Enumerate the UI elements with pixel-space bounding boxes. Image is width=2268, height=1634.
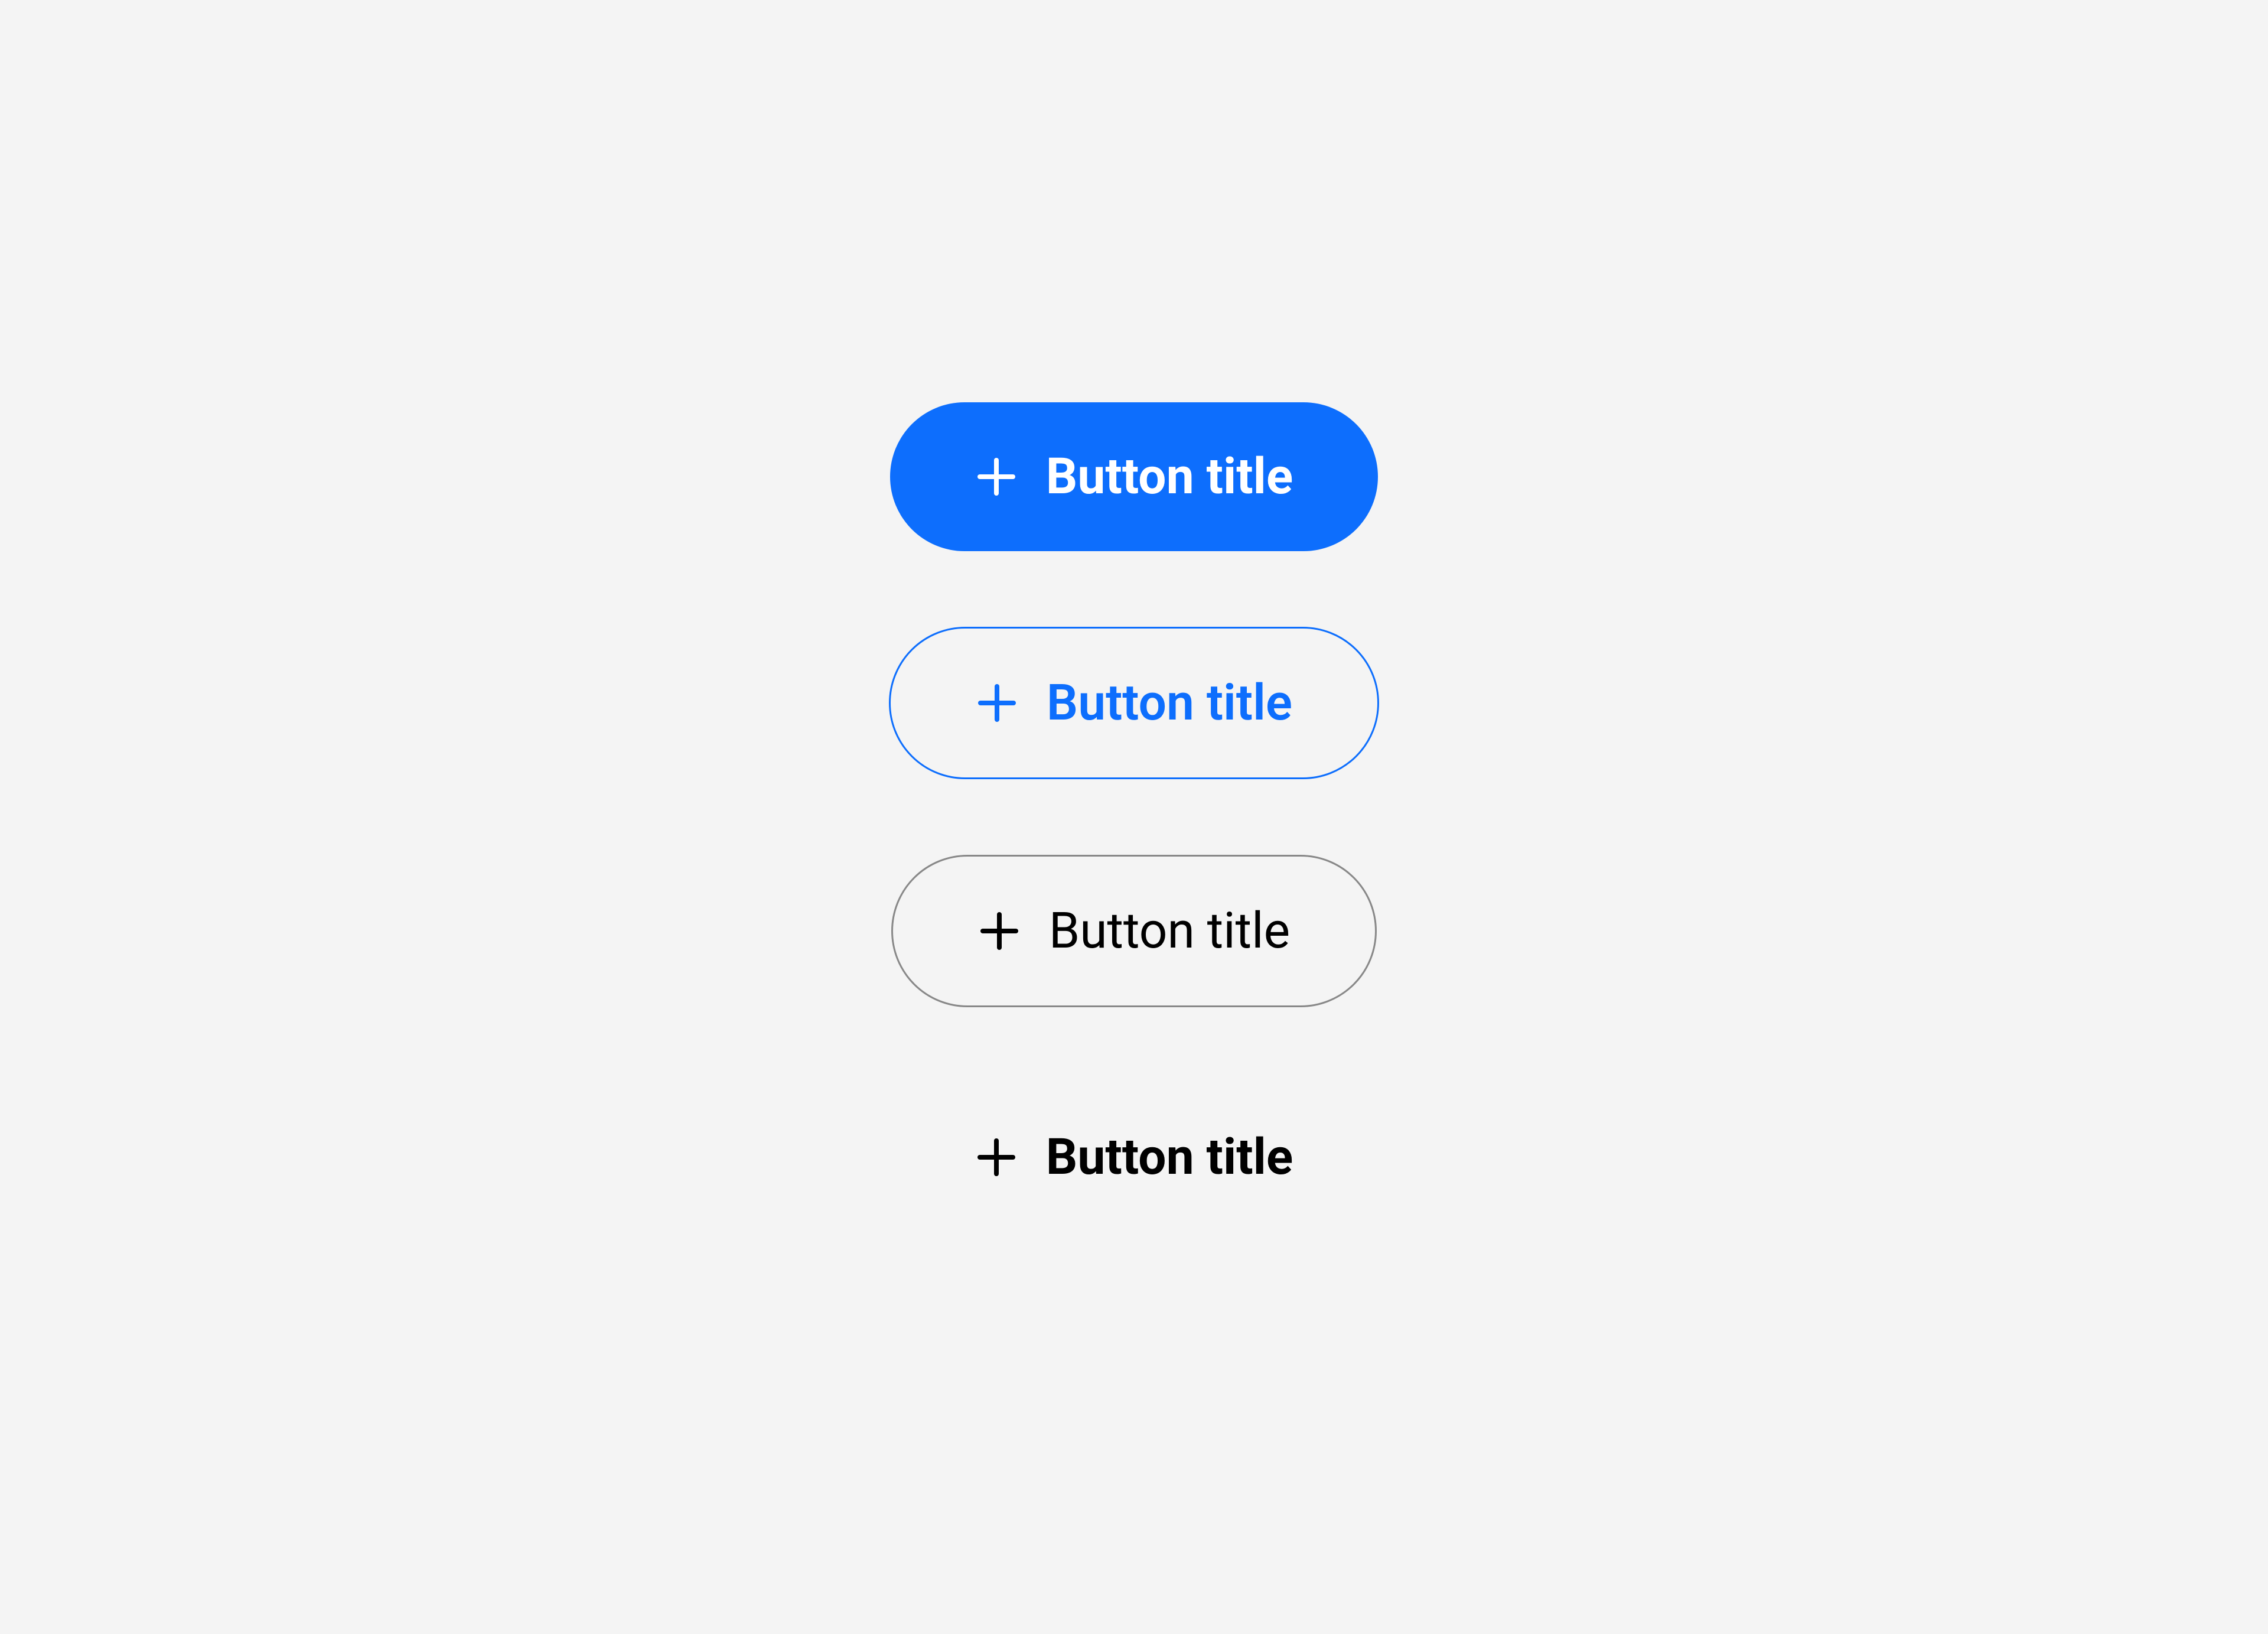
- plus-icon: [978, 910, 1021, 952]
- button-label: Button title: [1046, 452, 1293, 502]
- plus-icon: [975, 1136, 1018, 1179]
- button-label: Button title: [1047, 678, 1292, 728]
- button-showcase-container: Button title Button title Button title: [889, 402, 1379, 1232]
- primary-button[interactable]: Button title: [890, 402, 1378, 551]
- plus-icon: [975, 455, 1018, 498]
- button-label: Button title: [1049, 906, 1290, 956]
- button-label: Button title: [1046, 1132, 1293, 1182]
- plus-icon: [976, 682, 1018, 724]
- outline-gray-button[interactable]: Button title: [891, 855, 1377, 1007]
- text-button[interactable]: Button title: [975, 1083, 1293, 1232]
- outline-blue-button[interactable]: Button title: [889, 627, 1379, 779]
